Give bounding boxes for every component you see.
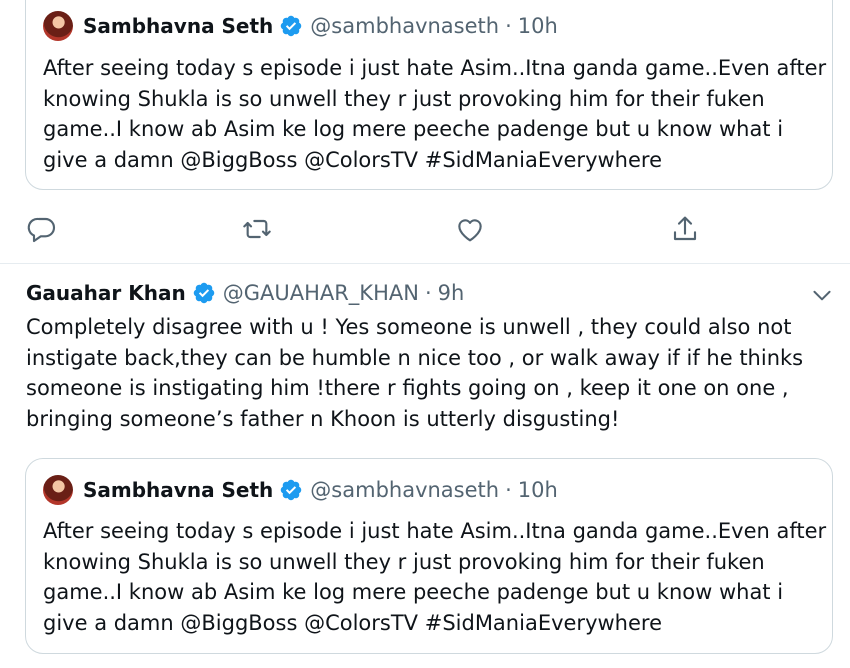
text-line: game..I know ab Asim ke log mere peeche … bbox=[43, 580, 784, 604]
tweet-action-bar bbox=[26, 213, 716, 247]
quoted-tweet-header: Sambhavna Seth @sambhavnaseth · 10h bbox=[43, 11, 558, 41]
text-line: someone is instigating him !there r figh… bbox=[26, 376, 789, 400]
text-line: Completely disagree with u ! Yes someone… bbox=[26, 315, 792, 339]
quoted-tweet-card[interactable]: Sambhavna Seth @sambhavnaseth · 10h Afte… bbox=[25, 0, 833, 190]
verified-badge-icon bbox=[193, 282, 214, 304]
reply-tweet-text: Completely disagree with u ! Yes someone… bbox=[26, 312, 803, 434]
reply-tweet-header: Gauahar Khan @GAUAHAR_KHAN · 9h bbox=[26, 281, 464, 305]
quoted-tweet-text: After seeing today s episode i just hate… bbox=[43, 53, 827, 175]
meta-separator: · bbox=[424, 281, 432, 305]
text-line: give a damn @BiggBoss @ColorsTV #SidMani… bbox=[43, 147, 662, 172]
verified-badge-icon bbox=[281, 15, 302, 37]
retweet-icon[interactable] bbox=[241, 213, 273, 245]
avatar[interactable] bbox=[43, 475, 73, 505]
text-line: give a damn @BiggBoss @ColorsTV #SidMani… bbox=[43, 610, 662, 635]
verified-badge-icon bbox=[281, 479, 302, 501]
meta-separator: · bbox=[505, 478, 512, 502]
quoted-tweet-header: Sambhavna Seth @sambhavnaseth · 10h bbox=[43, 475, 558, 505]
chevron-down-icon[interactable] bbox=[808, 282, 836, 308]
tweet-timestamp[interactable]: 10h bbox=[518, 478, 558, 502]
author-name[interactable]: Gauahar Khan bbox=[26, 281, 186, 305]
quoted-tweet-text: After seeing today s episode i just hate… bbox=[43, 516, 827, 638]
avatar[interactable] bbox=[43, 11, 73, 41]
share-icon[interactable] bbox=[669, 213, 701, 245]
reply-icon[interactable] bbox=[26, 213, 58, 245]
tweet-timestamp[interactable]: 9h bbox=[438, 281, 465, 305]
author-name[interactable]: Sambhavna Seth bbox=[83, 478, 273, 502]
author-name[interactable]: Sambhavna Seth bbox=[83, 14, 273, 38]
text-line: instigate back,they can be humble n nice… bbox=[26, 345, 804, 370]
quoted-tweet-card[interactable]: Sambhavna Seth @sambhavnaseth · 10h Afte… bbox=[25, 458, 833, 654]
text-line: After seeing today s episode i just hate… bbox=[43, 519, 827, 543]
author-handle[interactable]: @sambhavnaseth bbox=[310, 14, 499, 38]
tweet-timestamp[interactable]: 10h bbox=[518, 14, 558, 38]
author-handle[interactable]: @sambhavnaseth bbox=[310, 478, 499, 502]
like-icon[interactable] bbox=[454, 213, 486, 245]
author-handle[interactable]: @GAUAHAR_KHAN bbox=[223, 281, 419, 305]
text-line: knowing Shukla is so unwell they r just … bbox=[43, 86, 765, 111]
meta-separator: · bbox=[505, 14, 512, 38]
tweet-divider bbox=[0, 263, 850, 264]
text-line: After seeing today s episode i just hate… bbox=[43, 56, 827, 80]
text-line: knowing Shukla is so unwell they r just … bbox=[43, 549, 765, 574]
text-line: game..I know ab Asim ke log mere peeche … bbox=[43, 117, 784, 141]
text-line: bringing someone’s father n Khoon is utt… bbox=[26, 406, 620, 431]
